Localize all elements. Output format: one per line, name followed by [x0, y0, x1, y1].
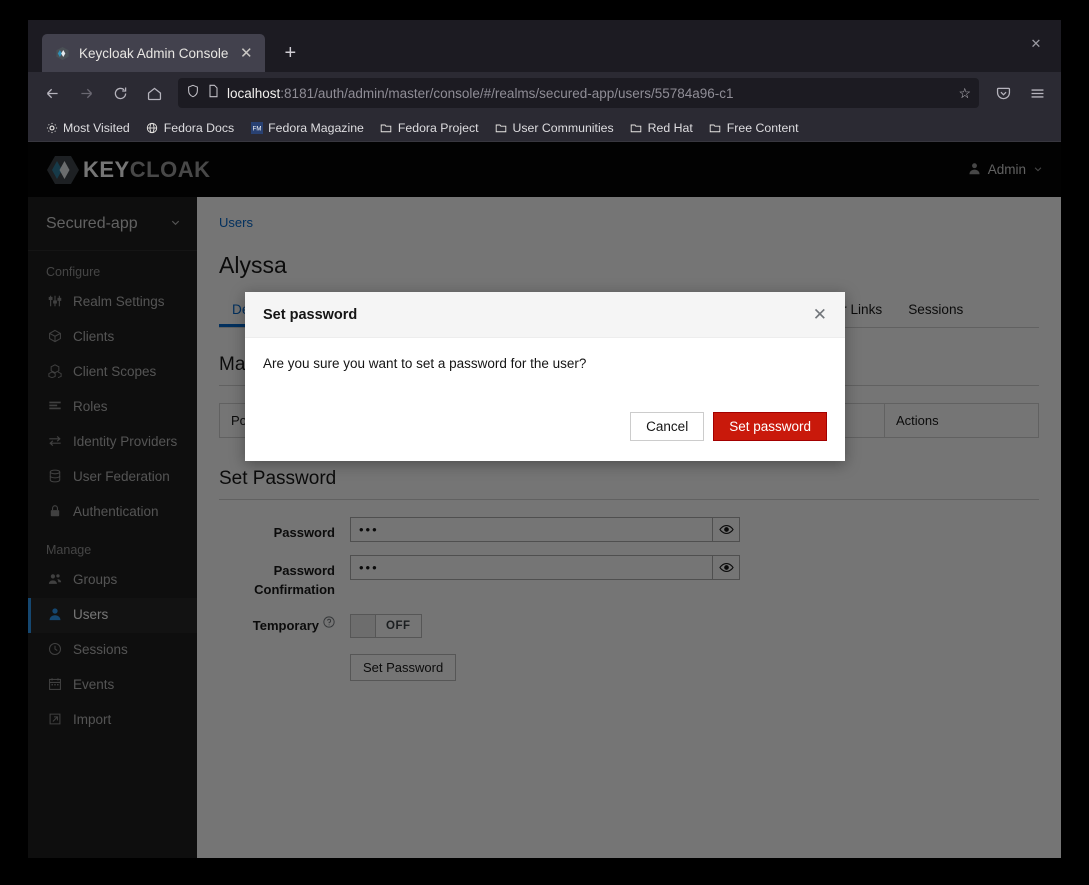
gear-icon — [45, 121, 58, 134]
bookmark-label: Fedora Magazine — [268, 120, 364, 135]
back-button[interactable] — [36, 78, 68, 108]
bookmark-label: Most Visited — [63, 120, 130, 135]
page-info-icon — [207, 84, 220, 103]
bookmark-most-visited[interactable]: Most Visited — [38, 118, 137, 138]
set-password-modal: Set password ✕ Are you sure you want to … — [245, 292, 845, 461]
tab-close-icon[interactable]: ✕ — [237, 46, 255, 61]
new-tab-button[interactable]: + — [273, 36, 307, 70]
bookmarks-bar: Most Visited Fedora Docs FM Fedora Magaz… — [28, 114, 1061, 142]
magazine-icon: FM — [250, 121, 263, 134]
bookmark-label: Red Hat — [647, 120, 693, 135]
bookmark-fedora-project[interactable]: Fedora Project — [373, 118, 486, 138]
bookmark-label: Fedora Project — [397, 120, 479, 135]
bookmark-fedora-magazine[interactable]: FM Fedora Magazine — [243, 118, 371, 138]
bookmark-user-communities[interactable]: User Communities — [488, 118, 621, 138]
folder-icon — [380, 121, 393, 134]
page-viewport: KEYCLOAK Admin — [28, 142, 1061, 858]
navigation-toolbar: localhost:8181/auth/admin/master/console… — [28, 72, 1061, 114]
folder-icon — [709, 121, 722, 134]
tab-title: Keycloak Admin Console — [79, 45, 229, 61]
bookmark-red-hat[interactable]: Red Hat — [623, 118, 700, 138]
cancel-button[interactable]: Cancel — [630, 412, 705, 441]
window-close-icon[interactable]: ✕ — [1021, 30, 1051, 58]
browser-window: Keycloak Admin Console ✕ + ✕ localhost:8… — [28, 20, 1061, 858]
keycloak-favicon-icon — [54, 45, 70, 61]
pocket-icon[interactable] — [987, 78, 1019, 108]
tab-strip: Keycloak Admin Console ✕ + ✕ — [28, 20, 1061, 72]
window-controls: ✕ — [1021, 30, 1051, 58]
app-menu-button[interactable] — [1021, 78, 1053, 108]
address-bar[interactable]: localhost:8181/auth/admin/master/console… — [178, 78, 979, 108]
modal-title: Set password — [263, 306, 358, 323]
globe-icon — [146, 121, 159, 134]
bookmark-label: Fedora Docs — [163, 120, 235, 135]
svg-text:FM: FM — [252, 126, 261, 132]
modal-body: Are you sure you want to set a password … — [263, 356, 587, 371]
bookmark-label: User Communities — [512, 120, 614, 135]
bookmark-star-icon[interactable]: ☆ — [958, 85, 971, 102]
forward-button[interactable] — [70, 78, 102, 108]
url-text: localhost:8181/auth/admin/master/console… — [227, 86, 951, 101]
modal-header: Set password ✕ — [245, 292, 845, 338]
browser-tab[interactable]: Keycloak Admin Console ✕ — [42, 34, 266, 72]
url-path: :8181/auth/admin/master/console/#/realms… — [280, 85, 734, 101]
folder-icon — [495, 121, 508, 134]
confirm-set-password-button[interactable]: Set password — [713, 412, 827, 441]
modal-close-icon[interactable]: ✕ — [813, 306, 827, 323]
home-button[interactable] — [138, 78, 170, 108]
modal-footer: Cancel Set password — [245, 412, 845, 461]
reload-button[interactable] — [104, 78, 136, 108]
bookmark-fedora-docs[interactable]: Fedora Docs — [139, 118, 241, 138]
shield-icon — [186, 84, 200, 103]
url-host: localhost — [227, 85, 281, 101]
bookmark-label: Free Content — [726, 120, 799, 135]
folder-icon — [630, 121, 643, 134]
bookmark-free-content[interactable]: Free Content — [702, 118, 806, 138]
modal-scrim[interactable] — [28, 142, 1061, 858]
desktop-background: Keycloak Admin Console ✕ + ✕ localhost:8… — [0, 0, 1089, 885]
